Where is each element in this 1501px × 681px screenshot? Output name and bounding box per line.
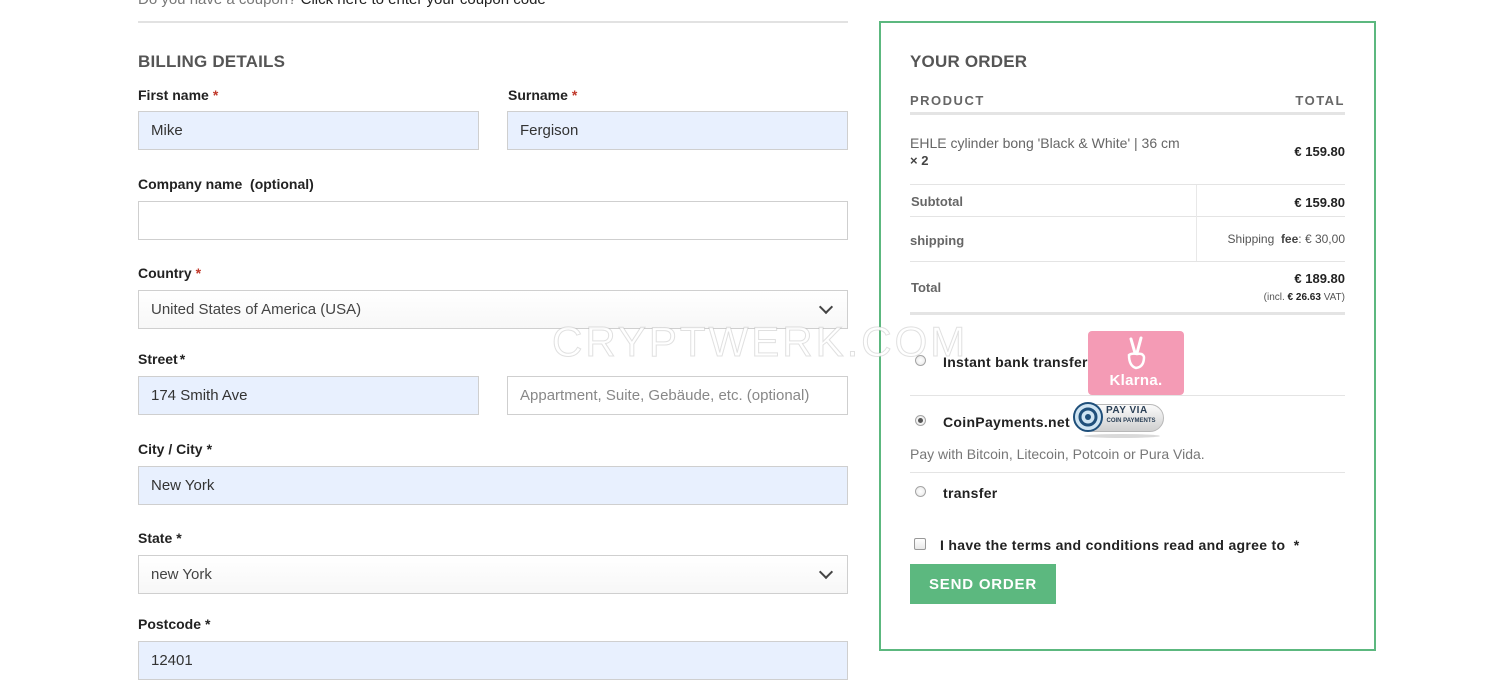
send-order-button[interactable]: SEND ORDER <box>910 564 1056 604</box>
column-divider <box>1196 185 1197 262</box>
klarna-logo-text: Klarna. <box>1109 372 1163 389</box>
terms-label[interactable]: I have the terms and conditions read and… <box>940 537 1299 553</box>
order-header-divider <box>910 112 1345 115</box>
row-divider <box>910 216 1345 217</box>
coupon-question: Do you have a coupon? <box>138 0 296 8</box>
first-name-label: First name * <box>138 87 219 103</box>
state-select[interactable]: new York <box>138 555 848 594</box>
order-title: YOUR ORDER <box>910 52 1028 71</box>
city-label: City / City * <box>138 441 213 457</box>
row-divider <box>910 184 1345 185</box>
payment-label-coinpayments[interactable]: CoinPayments.net <box>943 414 1070 430</box>
coupon-link[interactable]: Click here to enter your coupon code <box>301 0 546 8</box>
total-label: Total <box>911 280 942 295</box>
required-mark: * <box>195 265 202 281</box>
klarna-logo: Klarna. <box>1088 331 1184 395</box>
col-product-header: PRODUCT <box>910 93 985 108</box>
state-value: new York <box>151 566 212 583</box>
col-total-header: TOTAL <box>1295 93 1345 108</box>
street-label: Street * <box>138 351 186 367</box>
required-mark: * <box>179 351 186 367</box>
chevron-down-icon <box>818 299 834 315</box>
billing-title: BILLING DETAILS <box>138 52 286 71</box>
required-mark: * <box>1293 537 1300 553</box>
required-mark: * <box>176 530 182 546</box>
chevron-down-icon <box>818 564 834 580</box>
payment-radio-coinpayments[interactable] <box>915 415 926 426</box>
required-mark: * <box>206 441 213 457</box>
order-item-qty: × 2 <box>910 153 929 168</box>
postcode-input[interactable] <box>138 641 848 680</box>
required-mark: * <box>205 616 211 632</box>
payment-radio-transfer[interactable] <box>915 486 926 497</box>
coupon-divider <box>138 21 848 23</box>
shipping-label: shipping <box>910 233 965 248</box>
state-label: State * <box>138 530 182 546</box>
row-divider <box>910 472 1345 473</box>
surname-input[interactable] <box>507 111 848 150</box>
country-label: Country * <box>138 265 202 281</box>
coin-icon <box>1073 402 1103 432</box>
coinpayments-badge-line2: COIN PAYMENTS <box>1106 418 1156 424</box>
badge-shadow <box>1084 434 1160 438</box>
street-line2-input[interactable] <box>507 376 848 415</box>
vat-note: (incl. € 26.63 VAT) <box>1263 292 1345 303</box>
payment-radio-klarna[interactable] <box>915 355 926 366</box>
coinpayments-badge: PAY VIA COIN PAYMENTS <box>1072 401 1164 439</box>
subtotal-value: € 159.80 <box>1294 195 1345 210</box>
coinpayments-badge-line1: PAY VIA <box>1106 405 1148 416</box>
first-name-input[interactable] <box>138 111 479 150</box>
victory-hand-icon <box>1127 336 1146 370</box>
company-label: Company name (optional) <box>138 176 314 192</box>
total-value: € 189.80 <box>1294 271 1345 286</box>
order-item-total: € 159.80 <box>1294 144 1345 159</box>
row-divider <box>910 261 1345 262</box>
street-input[interactable] <box>138 376 479 415</box>
payment-label-klarna[interactable]: Instant bank transfer <box>943 354 1088 370</box>
surname-label: Surname * <box>508 87 578 103</box>
city-input[interactable] <box>138 466 848 505</box>
postcode-label: Postcode * <box>138 616 211 632</box>
country-value: United States of America (USA) <box>151 301 362 318</box>
coinpayments-description: Pay with Bitcoin, Litecoin, Potcoin or P… <box>910 446 1205 462</box>
required-mark: * <box>571 87 578 103</box>
row-divider <box>910 395 1345 396</box>
shipping-fee: Shipping fee: € 30,00 <box>1227 232 1345 246</box>
order-total-divider <box>910 312 1345 315</box>
terms-checkbox[interactable] <box>914 538 926 550</box>
subtotal-label: Subtotal <box>911 194 963 209</box>
company-input[interactable] <box>138 201 848 240</box>
coupon-notice: Do you have a coupon? Click here to ente… <box>138 0 546 8</box>
order-item-name: EHLE cylinder bong 'Black & White' | 36 … <box>910 135 1180 151</box>
payment-label-transfer[interactable]: transfer <box>943 485 998 501</box>
required-mark: * <box>212 87 219 103</box>
country-select[interactable]: United States of America (USA) <box>138 290 848 329</box>
